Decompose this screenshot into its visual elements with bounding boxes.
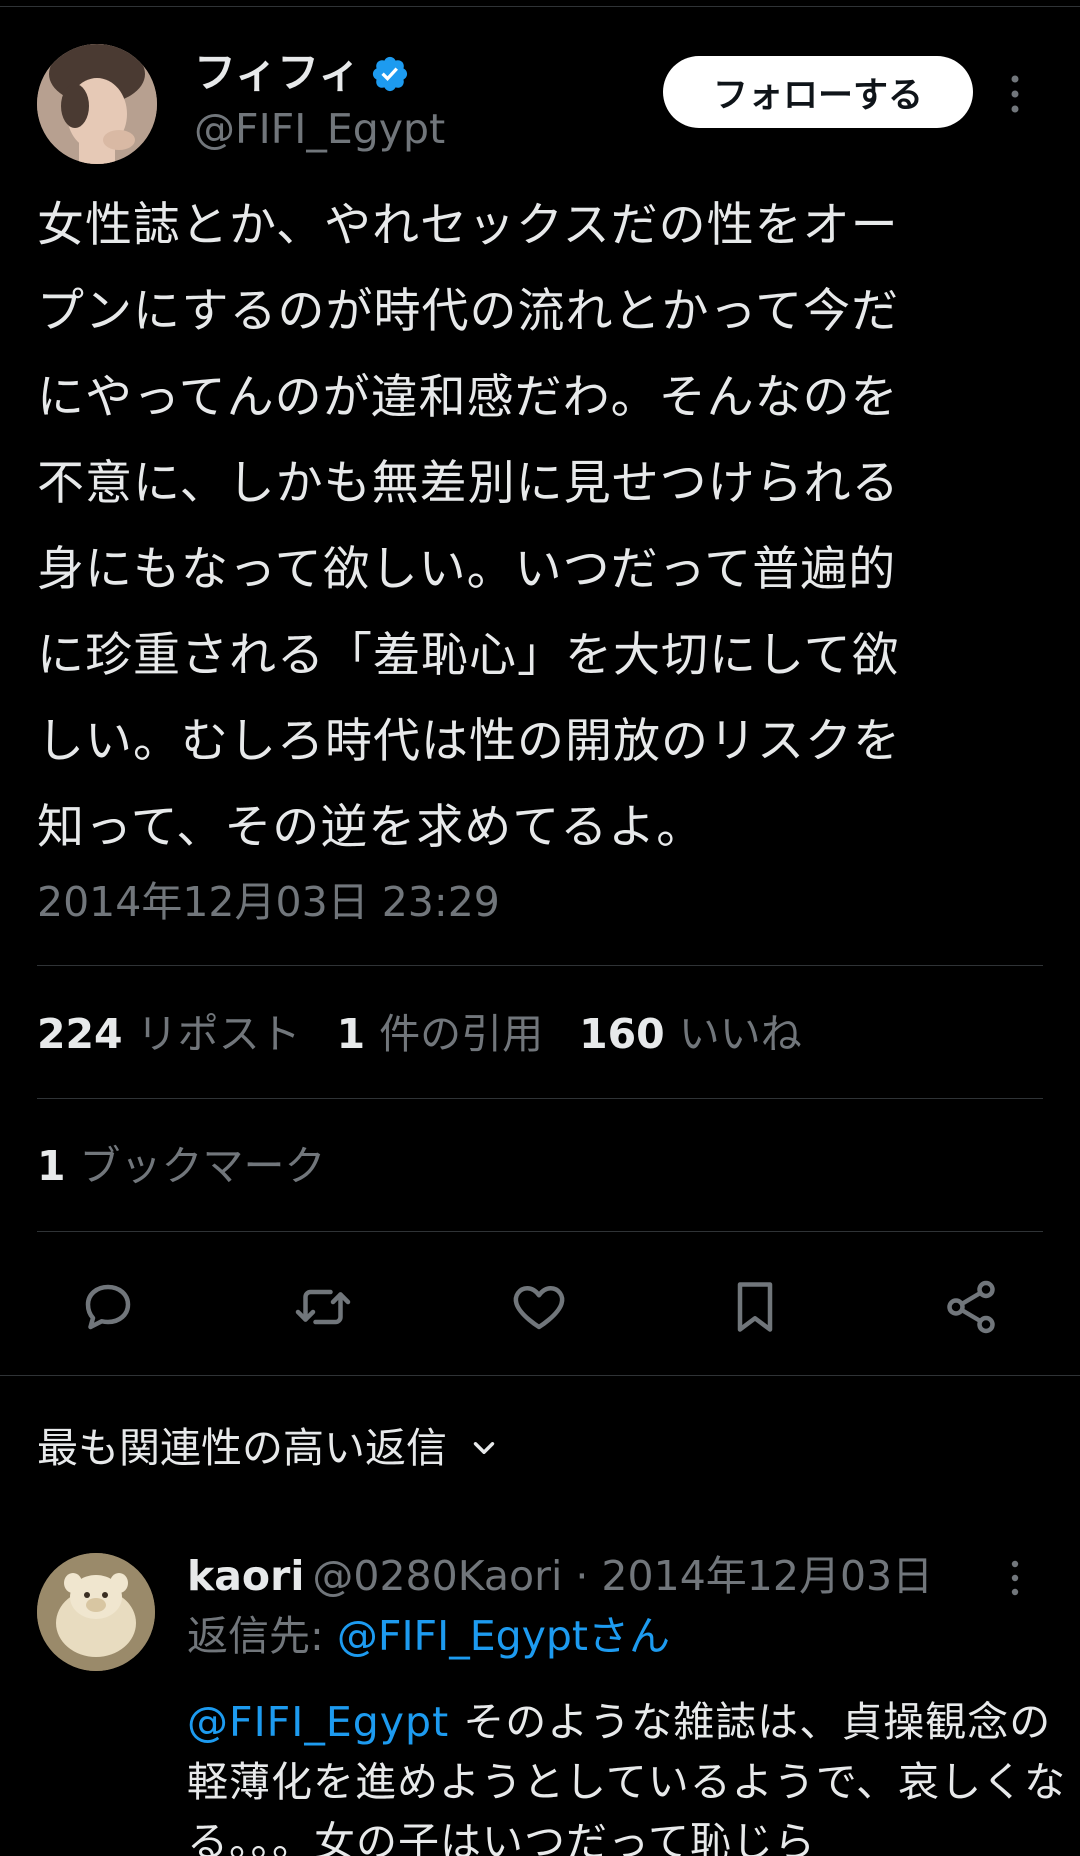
verified-badge-icon[interactable]	[370, 53, 410, 93]
bookmark-icon[interactable]	[720, 1272, 790, 1342]
divider	[37, 965, 1043, 966]
reply-meta[interactable]: @0280Kaori · 2014年12月03日	[312, 1552, 933, 1600]
divider	[37, 1098, 1043, 1099]
likes-count: 160	[579, 1010, 665, 1058]
section-divider	[0, 1375, 1080, 1376]
reposts-count: 224	[37, 1010, 123, 1058]
chevron-down-icon	[473, 1442, 495, 1454]
author-names: フィフィ @FIFI_Egypt	[194, 46, 445, 156]
follow-button[interactable]: フォローする	[663, 56, 973, 128]
action-bar	[0, 1262, 1080, 1352]
avatar[interactable]	[37, 44, 157, 164]
quotes-stat[interactable]: 1 件の引用	[337, 1004, 544, 1064]
reply-to-prefix: 返信先:	[187, 1612, 337, 1660]
author-handle[interactable]: @FIFI_Egypt	[194, 102, 445, 156]
reply-header: kaori @0280Kaori · 2014年12月03日	[187, 1548, 933, 1604]
reply-more-icon[interactable]	[1003, 1558, 1027, 1598]
likes-label: いいね	[678, 1010, 802, 1058]
bookmarks-label: ブックマーク	[79, 1142, 326, 1190]
bookmarks-count: 1	[37, 1142, 66, 1190]
reply-to-link[interactable]: @FIFI_Egyptさん	[337, 1612, 670, 1660]
reply-avatar[interactable]	[37, 1553, 155, 1671]
reply-to-line: 返信先: @FIFI_Egyptさん	[187, 1608, 670, 1664]
reply-text: @FIFI_Egypt そのような雑誌は、貞操観念の軽薄化を進めようとしているよ…	[187, 1692, 1080, 1856]
heart-icon[interactable]	[504, 1272, 574, 1342]
more-options-icon[interactable]	[1003, 72, 1027, 116]
quotes-label: 件の引用	[379, 1010, 544, 1058]
engagement-stats: 224 リポスト 1 件の引用 160 いいね	[37, 1004, 838, 1064]
reply-author-name[interactable]: kaori	[187, 1552, 304, 1600]
tweet-author: フィフィ @FIFI_Egypt フォローする	[37, 44, 1047, 164]
reply-item[interactable]: kaori @0280Kaori · 2014年12月03日 返信先: @FIFI…	[37, 1548, 1065, 1856]
display-name-row[interactable]: フィフィ	[194, 46, 410, 100]
quotes-count: 1	[336, 1010, 366, 1058]
reply-sort-label: 最も関連性の高い返信	[37, 1424, 447, 1472]
divider	[37, 1231, 1043, 1232]
reply-icon[interactable]	[73, 1272, 143, 1342]
tweet-timestamp[interactable]: 2014年12月03日 23:29	[37, 872, 500, 932]
top-divider	[0, 6, 1080, 7]
display-name[interactable]: フィフィ	[194, 46, 360, 100]
reply-sort-selector[interactable]: 最も関連性の高い返信	[37, 1418, 501, 1478]
reposts-stat[interactable]: 224 リポスト	[37, 1004, 301, 1064]
reply-mention-link[interactable]: @FIFI_Egypt	[187, 1698, 449, 1746]
reposts-label: リポスト	[136, 1010, 301, 1058]
retweet-icon[interactable]	[288, 1272, 358, 1342]
likes-stat[interactable]: 160 いいね	[579, 1004, 802, 1064]
share-icon[interactable]	[936, 1272, 1006, 1342]
bookmarks-stat[interactable]: 1 ブックマーク	[37, 1136, 326, 1196]
tweet-text: 女性誌とか、やれセックスだの性をオー プンにするのが時代の流れとかって今だ にや…	[37, 198, 901, 855]
